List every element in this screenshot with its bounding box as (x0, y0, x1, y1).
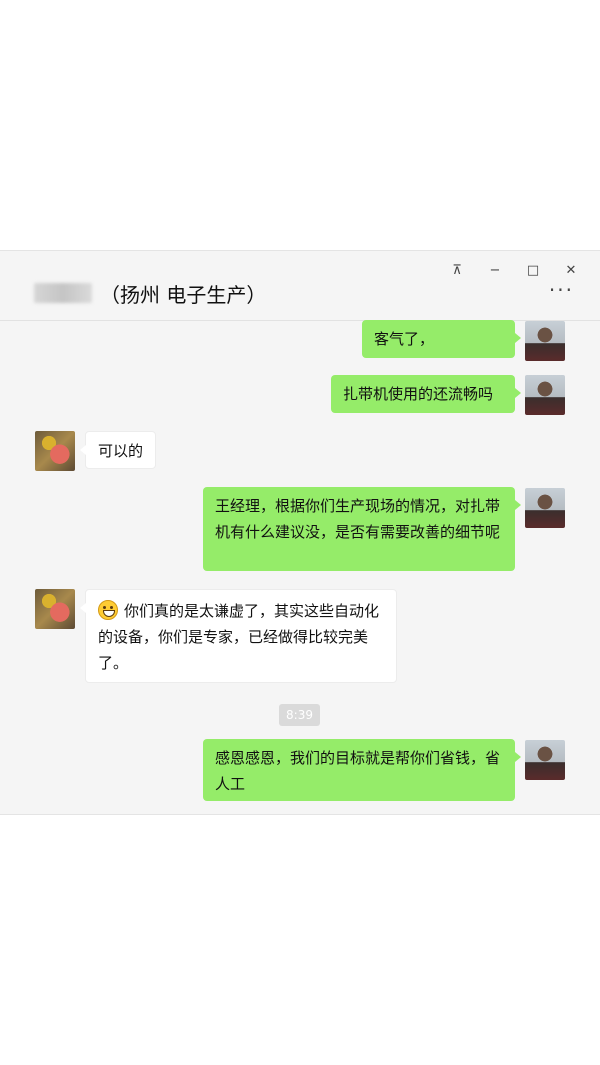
message-bubble-sent: 感恩感恩，我们的目标就是帮你们省钱，省人工 (203, 739, 521, 801)
message-bubble-received: 可以的 (80, 431, 156, 469)
maximize-icon[interactable]: □ (514, 257, 552, 283)
message-text: 你们真的是太谦虚了，其实这些自动化的设备，你们是专家，已经做得比较完美了。 (98, 602, 380, 672)
my-avatar[interactable] (525, 321, 565, 361)
message-bubble-sent: 客气了， (362, 320, 521, 358)
contact-avatar[interactable] (35, 589, 75, 629)
smile-emoji-icon (98, 600, 118, 620)
message-bubble-sent: 王经理，根据你们生产现场的情况，对扎带机有什么建议没，是否有需要改善的细节呢 (203, 487, 521, 571)
contact-avatar[interactable] (35, 431, 75, 471)
timestamp-divider: 8:39 (279, 704, 320, 726)
message-text: 客气了， (374, 330, 435, 348)
pin-icon[interactable]: ⊼ (438, 257, 476, 283)
message-bubble-received: 你们真的是太谦虚了，其实这些自动化的设备，你们是专家，已经做得比较完美了。 (80, 589, 397, 683)
chat-window: （扬州 电子生产） ⊼ − □ ✕ ··· 客气了， 扎带机使用的还流畅吗 可以… (0, 250, 600, 815)
message-text: 扎带机使用的还流畅吗 (343, 385, 494, 403)
chat-title[interactable]: （扬州 电子生产） (34, 279, 266, 307)
redacted-name-blur (34, 283, 92, 303)
message-text: 感恩感恩，我们的目标就是帮你们省钱，省人工 (215, 749, 501, 793)
more-options-icon[interactable]: ··· (549, 280, 574, 300)
message-text: 可以的 (98, 442, 144, 460)
my-avatar[interactable] (525, 488, 565, 528)
message-bubble-sent: 扎带机使用的还流畅吗 (331, 375, 521, 413)
minimize-icon[interactable]: − (476, 257, 514, 283)
chat-title-text: （扬州 电子生产） (100, 282, 267, 307)
my-avatar[interactable] (525, 740, 565, 780)
my-avatar[interactable] (525, 375, 565, 415)
message-text: 王经理，根据你们生产现场的情况，对扎带机有什么建议没，是否有需要改善的细节呢 (215, 497, 501, 541)
chat-header: （扬州 电子生产） ⊼ − □ ✕ ··· (0, 251, 600, 321)
